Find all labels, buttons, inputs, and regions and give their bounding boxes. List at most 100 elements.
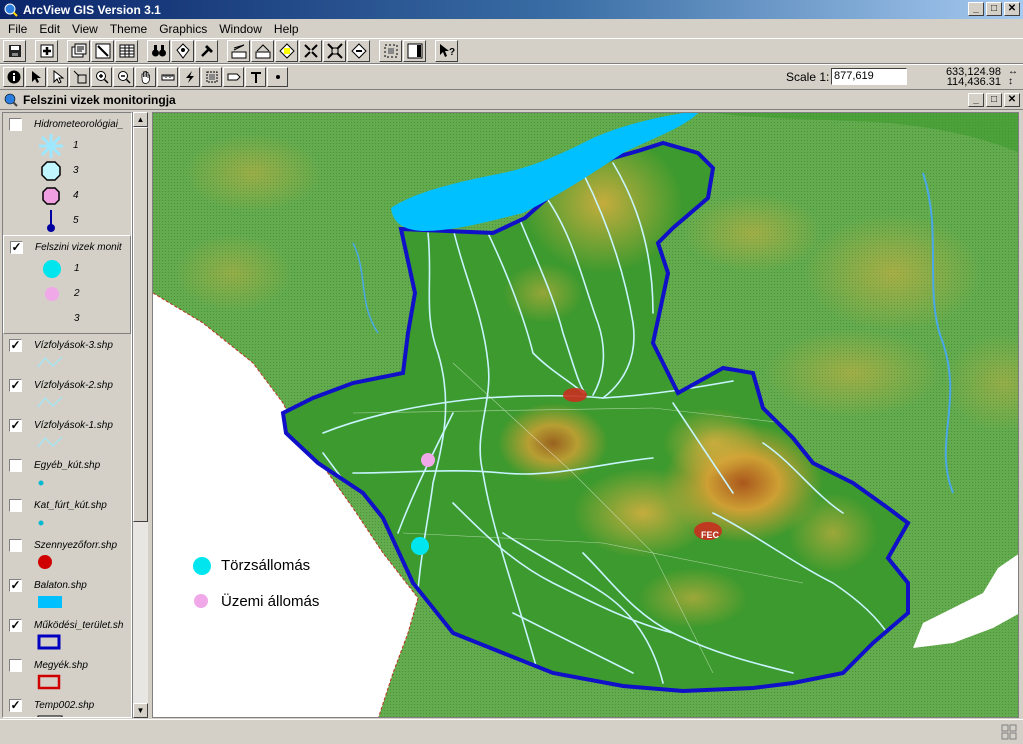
query-builder-button[interactable] [195,40,218,62]
menu-file[interactable]: File [2,22,33,36]
maximize-button[interactable]: □ [986,2,1002,16]
toc-layer-name[interactable]: Szennyezőforr.shp [34,540,117,551]
add-theme-button[interactable] [35,40,58,62]
toc-layer-name[interactable]: Hidrometeorológiai_ [34,119,124,130]
red-outline-rect-icon [37,674,61,689]
select-feature-tool[interactable] [69,67,90,87]
toc-layer[interactable]: ✓ Felszini vizek monit 1 2 3 [3,235,131,334]
toc-scrollbar[interactable]: ▲ ▼ [132,112,148,718]
pan-tool[interactable] [135,67,156,87]
zoom-in-fixed-button[interactable] [299,40,322,62]
toc-layer[interactable]: ✓ Működési_terület.sh [3,614,131,654]
theme-properties-button[interactable] [67,40,90,62]
legend-symbol [37,554,53,573]
legend-entry: 4 [9,183,131,208]
minimize-button[interactable]: _ [968,2,984,16]
toc-layer-name[interactable]: Felszini vizek monit [35,242,122,253]
app-window-controls: _ □ ✕ [968,2,1020,16]
toc-layer[interactable]: Hidrometeorológiai_ 1 3 4 5 [3,113,131,235]
line-symbol-icon [37,435,63,447]
layer-visibility-checkbox[interactable]: ✓ [9,698,22,712]
zoom-out-tool[interactable] [113,67,134,87]
toc-layer[interactable]: ✓ Vízfolyások-2.shp [3,374,131,414]
text-tool[interactable] [245,67,266,87]
scroll-up-button[interactable]: ▲ [133,112,148,127]
select-features-graphic-button[interactable] [379,40,402,62]
pointer-tool[interactable] [25,67,46,87]
zoom-previous-button[interactable] [347,40,370,62]
legend-entry [9,714,131,717]
layer-visibility-checkbox[interactable]: ✓ [9,418,22,432]
toc-layer[interactable]: ✓ Temp002.shp [3,694,131,717]
toc-layer[interactable]: Szennyezőforr.shp [3,534,131,574]
scale-input[interactable]: 877,619 [831,68,907,85]
menu-help[interactable]: Help [268,22,305,36]
edit-legend-button[interactable] [91,40,114,62]
toc-layer[interactable]: ✓ Vízfolyások-1.shp [3,414,131,454]
close-button[interactable]: ✕ [1004,2,1020,16]
zoom-to-selected-button[interactable] [275,40,298,62]
open-table-button[interactable] [115,40,138,62]
draw-point-tool[interactable] [267,67,288,87]
layer-visibility-checkbox[interactable]: ✓ [9,578,22,592]
layer-visibility-checkbox[interactable]: ✓ [10,240,23,254]
zoom-to-active-themes-button[interactable] [251,40,274,62]
toc-layer[interactable]: Egyéb_kút.shp [3,454,131,494]
toc-layer-name[interactable]: Vízfolyások-3.shp [34,340,113,351]
view-maximize-button[interactable]: □ [986,93,1002,107]
button-bar: ? [0,38,1023,64]
locate-address-button[interactable] [171,40,194,62]
view-window-controls: _ □ ✕ [968,93,1020,107]
toc-layer-name[interactable]: Temp002.shp [34,700,94,711]
toc-layer-header: Megyék.shp [9,656,131,674]
zoom-out-fixed-button[interactable] [323,40,346,62]
relief-map[interactable]: FEC [153,113,1019,718]
grey-outline-rect-icon [37,715,63,717]
toc-layer-name[interactable]: Egyéb_kút.shp [34,460,100,471]
scroll-thumb[interactable] [133,127,148,522]
toc-layer[interactable]: Megyék.shp [3,654,131,694]
hotlink-tool[interactable] [179,67,200,87]
star-icon [39,133,63,158]
layer-visibility-checkbox[interactable] [9,458,22,472]
menu-view[interactable]: View [66,22,104,36]
toc-layer-name[interactable]: Vízfolyások-2.shp [34,380,113,391]
toc-layer-name[interactable]: Kat_fúrt_kút.shp [34,500,107,511]
identify-tool[interactable] [3,67,24,87]
toc-layer[interactable]: ✓ Vízfolyások-3.shp [3,334,131,374]
layer-visibility-checkbox[interactable]: ✓ [9,618,22,632]
toc-layer-name[interactable]: Vízfolyások-1.shp [34,420,113,431]
area-of-interest-tool[interactable] [201,67,222,87]
vertex-edit-tool[interactable] [47,67,68,87]
scroll-down-button[interactable]: ▼ [133,703,148,718]
toc-layer-name[interactable]: Balaton.shp [34,580,87,591]
zoom-in-tool[interactable] [91,67,112,87]
window-tile-icon[interactable] [1001,724,1017,740]
layer-visibility-checkbox[interactable] [9,658,22,672]
point-icon [275,75,280,79]
toc-layer-name[interactable]: Megyék.shp [34,660,88,671]
layer-visibility-checkbox[interactable] [9,498,22,512]
toc-layer-name[interactable]: Működési_terület.sh [34,620,124,631]
toc-layer[interactable]: Kat_fúrt_kút.shp [3,494,131,534]
layer-visibility-checkbox[interactable] [9,117,22,131]
label-tool[interactable] [223,67,244,87]
menu-theme[interactable]: Theme [104,22,153,36]
zoom-to-full-extent-button[interactable] [227,40,250,62]
help-button[interactable]: ? [435,40,458,62]
measure-tool[interactable] [157,67,178,87]
view-close-button[interactable]: ✕ [1004,93,1020,107]
zoom-in-icon [95,71,109,84]
menu-window[interactable]: Window [213,22,268,36]
layer-visibility-checkbox[interactable]: ✓ [9,338,22,352]
layer-visibility-checkbox[interactable]: ✓ [9,378,22,392]
view-minimize-button[interactable]: _ [968,93,984,107]
map-display[interactable]: FEC Törzsállomás Üzemi állomás [152,112,1019,718]
toc-layer[interactable]: ✓ Balaton.shp [3,574,131,614]
select-all-button[interactable] [403,40,426,62]
menu-graphics[interactable]: Graphics [153,22,213,36]
layer-visibility-checkbox[interactable] [9,538,22,552]
save-project-button[interactable] [3,40,26,62]
find-button[interactable] [147,40,170,62]
menu-edit[interactable]: Edit [33,22,66,36]
